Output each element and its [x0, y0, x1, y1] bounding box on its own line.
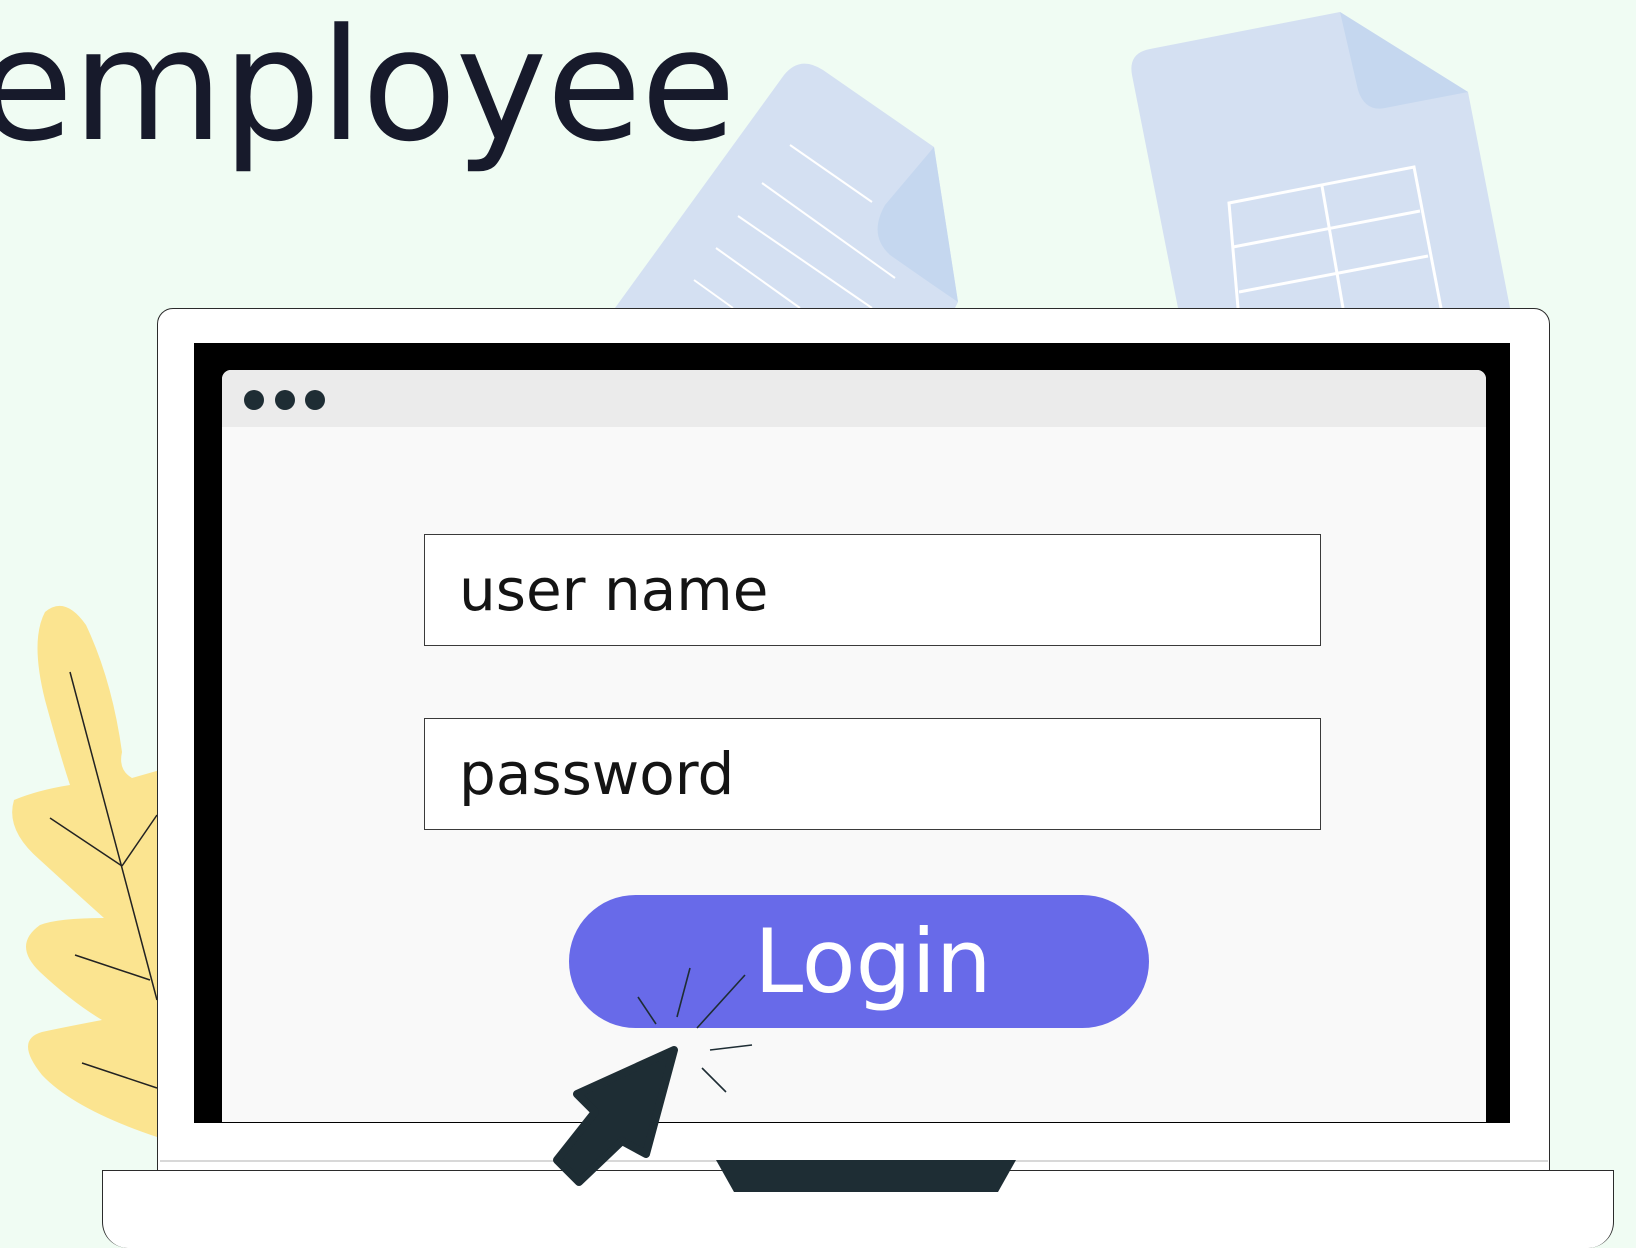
- cursor-overlay: [553, 967, 753, 1186]
- login-illustration: employee user name Login: [0, 0, 1636, 1248]
- cursor-arrow-icon: [553, 1046, 678, 1186]
